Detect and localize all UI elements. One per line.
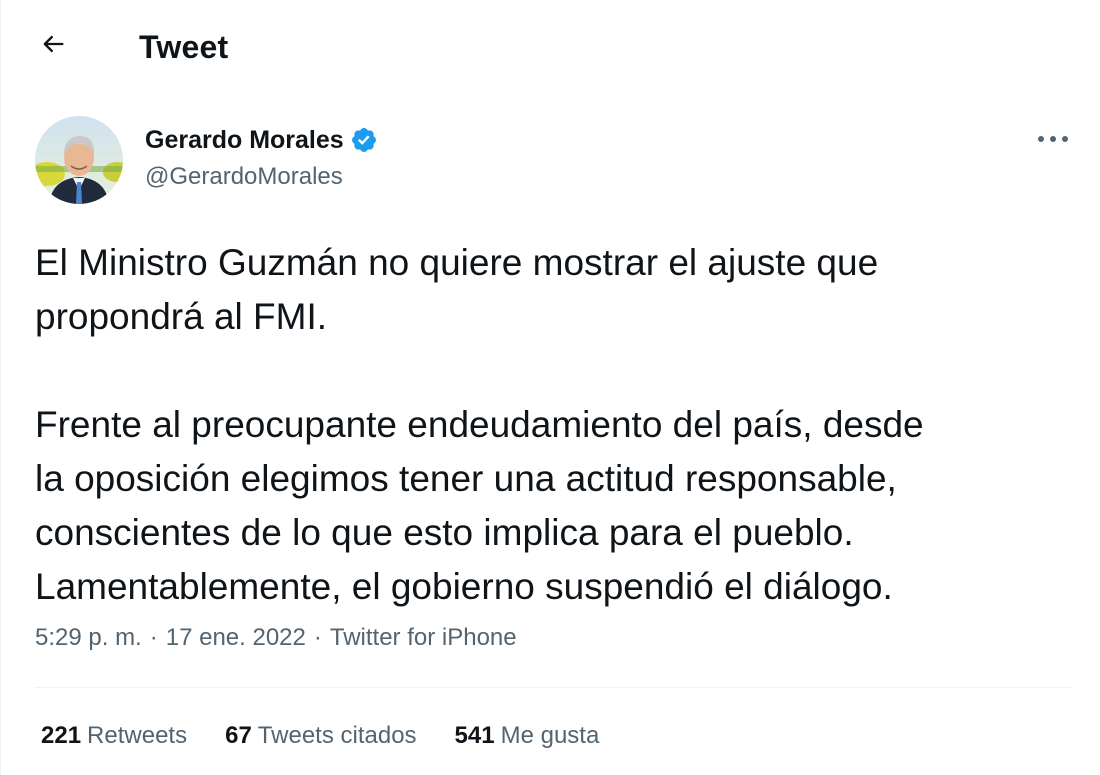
tweet-page: Tweet Gerardo Morales @GerardoMorales El… <box>0 0 1100 775</box>
more-horizontal-icon <box>1036 131 1070 149</box>
author-name-link[interactable]: Gerardo Morales <box>145 124 378 156</box>
meta-separator: · <box>149 624 158 651</box>
tweet-stats: 221 Retweets 67 Tweets citados 541 Me gusta <box>41 720 637 752</box>
verified-badge-icon <box>350 126 378 154</box>
likes-label: Me gusta <box>500 722 600 749</box>
tweet-paragraph: El Ministro Guzmán no quiere mostrar el … <box>35 236 1075 344</box>
tweet-line: la oposición elegimos tener una actitud … <box>35 458 897 499</box>
quotes-label: Tweets citados <box>257 722 417 749</box>
likes-stat[interactable]: 541 Me gusta <box>455 720 600 752</box>
quotes-count: 67 <box>225 722 252 749</box>
avatar[interactable] <box>35 116 123 204</box>
meta-separator: · <box>313 624 322 651</box>
tweet-time[interactable]: 5:29 p. m. <box>35 624 142 651</box>
page-title: Tweet <box>139 29 229 65</box>
arrow-left-icon <box>39 30 67 63</box>
page-header: Tweet <box>1 0 1100 92</box>
tweet-line: conscientes de lo que esto implica para … <box>35 512 854 553</box>
retweets-stat[interactable]: 221 Retweets <box>41 720 187 752</box>
likes-count: 541 <box>454 722 495 749</box>
tweet-metadata: 5:29 p. m. · 17 ene. 2022 · Twitter for iPho… <box>35 622 517 654</box>
author-name: Gerardo Morales <box>145 126 344 154</box>
retweets-count: 221 <box>41 722 82 749</box>
tweet-source-link[interactable]: Twitter for iPhone <box>330 624 517 651</box>
tweet-text: El Ministro Guzmán no quiere mostrar el … <box>35 236 1075 614</box>
tweet-line: propondrá al FMI. <box>35 296 328 337</box>
tweet-date[interactable]: 17 ene. 2022 <box>166 624 306 651</box>
retweets-label: Retweets <box>87 722 188 749</box>
author-handle[interactable]: @GerardoMorales <box>145 162 343 192</box>
tweet-paragraph: Frente al preocupante endeudamiento del … <box>35 398 1075 614</box>
avatar-photo <box>35 116 123 204</box>
tweet-line: Lamentablemente, el gobierno suspendió e… <box>35 566 893 607</box>
quote-tweets-stat[interactable]: 67 Tweets citados <box>225 720 416 752</box>
more-options-button[interactable] <box>1031 122 1075 158</box>
tweet-line: El Ministro Guzmán no quiere mostrar el … <box>35 242 879 283</box>
back-button[interactable] <box>31 24 75 68</box>
tweet-line: Frente al preocupante endeudamiento del … <box>35 404 924 445</box>
divider <box>35 687 1071 688</box>
